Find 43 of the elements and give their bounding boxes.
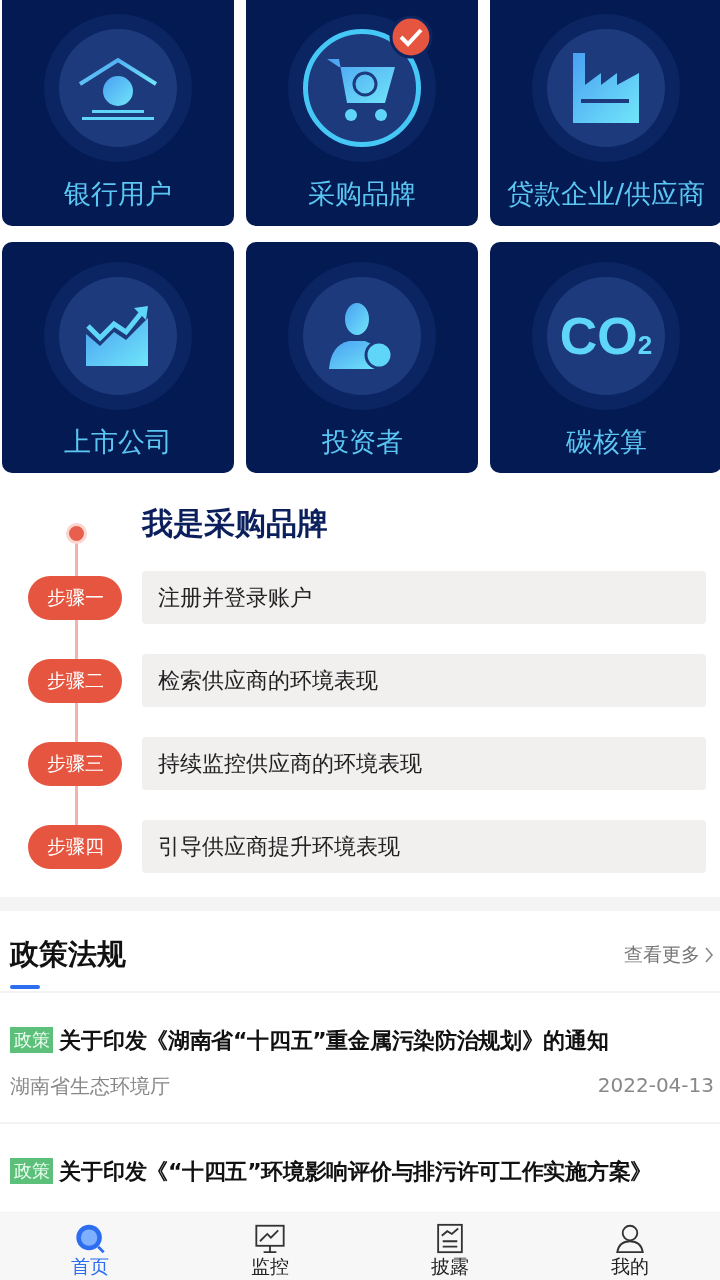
more-link[interactable]: 查看更多 — [624, 942, 714, 968]
news-title[interactable]: 政策 关于印发《湖南省“十四五”重金属污染防治规划》的通知 — [10, 1023, 714, 1059]
section-underline — [10, 985, 40, 989]
role-label: 碳核算 — [565, 425, 647, 459]
section-title: 政策法规 — [10, 936, 126, 973]
news-title[interactable]: 政策 关于印发《“十四五”环境影响评价与排污许可工作实施方案》 — [10, 1154, 714, 1190]
chevron-right-icon — [704, 946, 714, 964]
news-source: 湖南省生态环境厅 — [10, 1073, 170, 1100]
role-card[interactable]: 银行用户 — [2, 0, 234, 226]
role-card[interactable]: 采购品牌 — [246, 0, 478, 226]
news-date: 2022-04-13 — [597, 1073, 714, 1099]
role-label: 上市公司 — [64, 425, 172, 459]
role-card[interactable]: 投资者 — [246, 242, 478, 473]
bank-icon — [78, 56, 158, 120]
monitor-icon — [253, 1223, 287, 1254]
step-badge: 步骤一 — [28, 575, 122, 620]
home-lens-icon — [73, 1223, 107, 1254]
nav-tab[interactable]: 监控 — [210, 1213, 330, 1280]
role-card[interactable]: 上市公司 — [2, 242, 234, 473]
nav-tab[interactable]: 披露 — [390, 1213, 510, 1280]
step-badge: 步骤四 — [28, 824, 122, 869]
step-text: 检索供应商的环境表现 — [142, 654, 706, 707]
role-label: 银行用户 — [64, 177, 172, 211]
report-icon — [435, 1223, 465, 1254]
rising-chart-icon — [86, 306, 150, 366]
factory-icon — [571, 51, 641, 125]
check-badge-icon — [388, 14, 434, 60]
timeline-dot — [66, 523, 87, 544]
role-label: 贷款企业/供应商 — [506, 177, 706, 211]
role-label: 投资者 — [321, 425, 403, 459]
guide-title: 我是采购品牌 — [142, 504, 329, 543]
step-text: 引导供应商提升环境表现 — [142, 820, 706, 873]
step-text: 注册并登录账户 — [142, 571, 706, 624]
policy-tag: 政策 — [10, 1027, 54, 1053]
step-badge: 步骤二 — [28, 658, 122, 703]
user-icon — [613, 1223, 647, 1254]
policy-tag: 政策 — [10, 1158, 54, 1184]
role-label: 采购品牌 — [308, 177, 416, 211]
role-card[interactable]: 贷款企业/供应商 — [490, 0, 720, 226]
nav-tab[interactable]: 我的 — [570, 1213, 690, 1280]
step-badge: 步骤三 — [28, 741, 122, 786]
nav-tab[interactable]: 首页 — [30, 1213, 150, 1280]
step-text: 持续监控供应商的环境表现 — [142, 737, 706, 790]
